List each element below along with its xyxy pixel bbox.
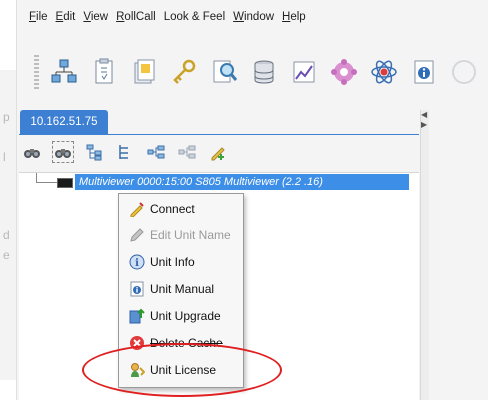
menu-item-label: Unit Info (150, 255, 195, 269)
menu-item-label: Delete Cache (150, 336, 223, 350)
menu-rollcall[interactable]: RollCall (116, 11, 156, 23)
menu-window[interactable]: Window (233, 11, 274, 23)
svg-text:i: i (135, 258, 139, 269)
menu-item-connect[interactable]: Connect (119, 196, 243, 222)
menu-item-label: Edit Unit Name (150, 228, 231, 242)
binoculars-icon[interactable] (23, 143, 41, 161)
toolbar (17, 44, 488, 100)
hierarchy-disabled-icon[interactable] (178, 143, 196, 161)
bg-letter: p (3, 110, 10, 124)
collapse-left-arrow-icon[interactable]: ◀ (421, 110, 427, 119)
keys-icon[interactable] (169, 55, 199, 89)
menu-help[interactable]: Help (282, 11, 306, 23)
menu-edit[interactable]: Edit (56, 11, 76, 23)
delete-icon (129, 335, 145, 351)
split-pane-divider[interactable]: ◀ ▶ (420, 110, 429, 400)
database-icon[interactable] (249, 55, 279, 89)
tree-connector (36, 182, 58, 183)
tree-node-multiviewer[interactable]: Multiviewer 0000:15:00 S805 Multiviewer … (75, 174, 409, 190)
menu-item-unit-info[interactable]: i Unit Info (119, 249, 243, 275)
menu-item-label: Unit Upgrade (150, 309, 221, 323)
menu-file[interactable]: File (29, 11, 48, 23)
tree-collapse-icon[interactable] (116, 143, 134, 161)
menu-look-and-feel[interactable]: Look & Feel (164, 11, 225, 23)
menu-bar: File Edit View RollCall Look & Feel Wind… (17, 0, 488, 34)
pencil-icon (129, 227, 145, 243)
add-edit-icon[interactable] (209, 143, 227, 161)
bg-letter: l (3, 150, 6, 164)
binoculars-selected-icon[interactable] (52, 141, 74, 163)
device-icon (57, 178, 73, 188)
menu-item-unit-license[interactable]: Unit License (119, 357, 243, 383)
menu-item-unit-manual[interactable]: Unit Manual (119, 276, 243, 302)
manual-icon (129, 281, 145, 297)
menu-view[interactable]: View (83, 11, 108, 23)
tree-toolbar (19, 136, 423, 168)
gear-flower-icon[interactable] (329, 55, 359, 89)
clipboard-icon[interactable] (89, 55, 119, 89)
menu-item-unit-upgrade[interactable]: Unit Upgrade (119, 303, 243, 329)
menu-item-label: Connect (150, 202, 195, 216)
right-content-pane (430, 110, 472, 400)
search-doc-icon[interactable] (209, 55, 239, 89)
menu-item-edit-unit-name: Edit Unit Name (119, 222, 243, 248)
graph-icon[interactable] (289, 55, 319, 89)
info-doc-icon[interactable] (409, 55, 439, 89)
context-menu: Connect Edit Unit Name i Unit Info Unit … (118, 193, 244, 388)
toolbar-grip[interactable] (34, 55, 39, 89)
network-icon[interactable] (49, 55, 79, 89)
hierarchy-icon[interactable] (147, 143, 165, 161)
menu-item-delete-cache[interactable]: Delete Cache (119, 330, 243, 356)
tree-expand-icon[interactable] (85, 143, 103, 161)
bg-letter: e (3, 248, 10, 262)
menu-item-label: Unit Manual (150, 282, 215, 296)
atom-icon[interactable] (369, 55, 399, 89)
tab-underline (19, 134, 419, 135)
license-icon (129, 362, 145, 378)
upgrade-icon (129, 308, 145, 324)
info-icon: i (129, 254, 145, 270)
menu-item-label: Unit License (150, 363, 217, 377)
partial-toolbar-icon[interactable] (449, 55, 479, 89)
connect-icon (129, 201, 145, 217)
tab-unit-address[interactable]: 10.162.51.75 (20, 110, 108, 134)
bg-letter: d (3, 228, 10, 242)
collapse-right-arrow-icon[interactable]: ▶ (421, 120, 427, 129)
notes-icon[interactable] (129, 55, 159, 89)
